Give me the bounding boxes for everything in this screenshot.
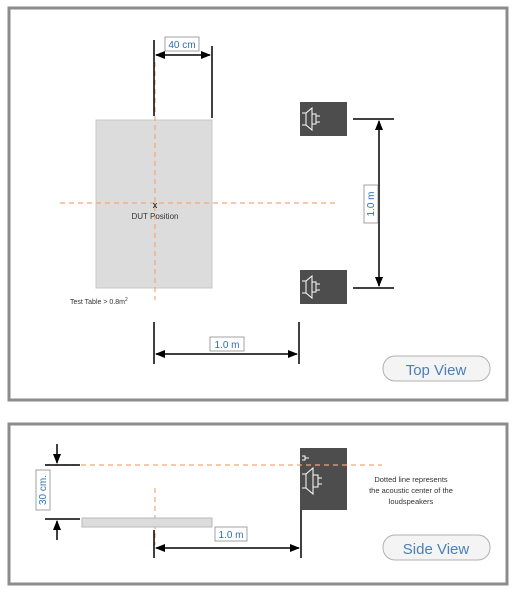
- note-line-3: loudspeakers: [389, 497, 434, 506]
- top-view-button[interactable]: Top View: [382, 355, 491, 382]
- speaker-top: [300, 102, 347, 136]
- note-line-1: Dotted line represents: [374, 475, 448, 484]
- note-line-2: the acoustic center of the: [369, 486, 453, 495]
- dim-side-label: 1.0 m: [218, 530, 243, 541]
- dim-height-label: 30 cm.: [38, 475, 49, 505]
- test-table-label: Test Table > 0.8m2: [70, 297, 128, 306]
- test-table-side: [81, 517, 213, 528]
- dut-position-label: DUT Position: [132, 212, 179, 221]
- dim-horizontal-label: 1.0 m: [214, 340, 239, 351]
- dim-vertical-label: 1.0 m: [366, 191, 377, 216]
- side-view-button-label: Side View: [403, 541, 470, 558]
- dut-marker: x: [153, 200, 158, 210]
- speaker-side: [300, 448, 347, 510]
- speaker-bottom: [300, 270, 347, 304]
- top-view-panel: 40 cm x DUT Position Test Table > 0.8m2: [7, 6, 509, 402]
- dim-40cm-label: 40 cm: [168, 40, 195, 51]
- side-view-button[interactable]: Side View: [382, 534, 491, 561]
- side-view-panel: 30 cm. 1.0 m Dotted line represents the …: [7, 422, 509, 586]
- top-view-button-label: Top View: [406, 362, 467, 379]
- setup-diagram: 40 cm x DUT Position Test Table > 0.8m2: [7, 6, 509, 586]
